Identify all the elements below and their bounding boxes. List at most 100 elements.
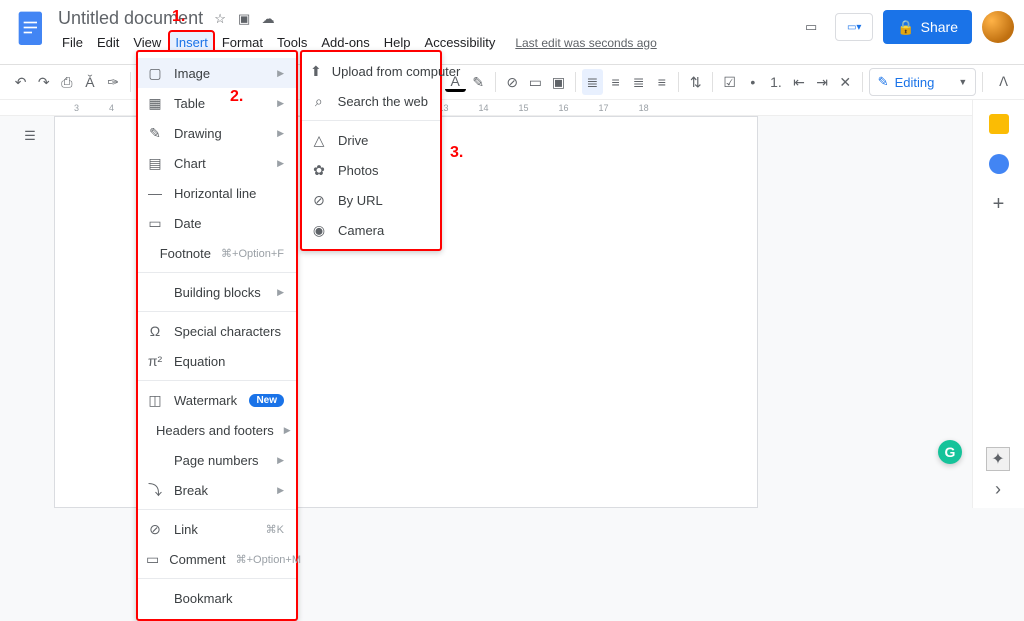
hide-side-panel-icon[interactable]: ›	[995, 479, 1001, 500]
menu-item-label: Bookmark	[174, 591, 284, 606]
align-center-button[interactable]: ≡	[605, 69, 626, 95]
checklist-button[interactable]: ☑	[719, 69, 740, 95]
image-submenu-item[interactable]: ◉Camera	[302, 215, 440, 245]
drive-icon: △	[310, 132, 328, 149]
submenu-label: Photos	[338, 163, 428, 178]
insert-menu-item[interactable]: Bookmark	[138, 583, 296, 613]
insert-menu-item[interactable]: ▭Comment⌘+Option+M	[138, 544, 296, 574]
highlight-button[interactable]: ✎	[468, 69, 489, 95]
last-edit-text[interactable]: Last edit was seconds ago	[515, 32, 656, 54]
avatar[interactable]	[982, 11, 1014, 43]
print-button[interactable]: ⎙	[56, 69, 77, 95]
insert-menu-item[interactable]: ⊘Link⌘K	[138, 514, 296, 544]
move-icon[interactable]: ▣	[235, 11, 253, 27]
shortcut-text: ⌘+Option+F	[221, 247, 284, 260]
annotation-3: 3.	[450, 144, 463, 162]
clear-formatting-button[interactable]: ✕	[835, 69, 856, 95]
insert-menu-item[interactable]: Headers and footers▶	[138, 415, 296, 445]
insert-menu-item[interactable]: ⤵Break▶	[138, 475, 296, 505]
menu-item-label: Special characters	[174, 324, 284, 339]
image-submenu-item[interactable]: ✿ Photos	[302, 155, 440, 185]
image-submenu-item[interactable]: ⊘By URL	[302, 185, 440, 215]
chart-icon: ▤	[146, 155, 164, 172]
numbered-list-button[interactable]: 1.	[765, 69, 786, 95]
share-button[interactable]: 🔒 Share	[883, 10, 972, 44]
insert-menu-item[interactable]: Page numbers▶	[138, 445, 296, 475]
open-comments-icon[interactable]: ▭	[797, 13, 825, 41]
side-panel: + ✦ ›	[972, 64, 1024, 508]
date-icon: ▭	[146, 215, 164, 232]
decrease-indent-button[interactable]: ⇤	[788, 69, 809, 95]
line-spacing-button[interactable]: ⇅	[685, 69, 706, 95]
insert-link-button[interactable]: ⊘	[502, 69, 523, 95]
comment-icon: ▭	[146, 551, 159, 568]
insert-menu-item[interactable]: ▤ Chart ▶	[138, 148, 296, 178]
present-button[interactable]: ▭▾	[835, 13, 873, 41]
image-submenu-item[interactable]: ⬆Upload from computer	[302, 56, 440, 86]
spellcheck-button[interactable]: Ǎ	[79, 69, 100, 95]
increase-indent-button[interactable]: ⇥	[812, 69, 833, 95]
submenu-arrow-icon: ▶	[277, 158, 284, 169]
align-left-button[interactable]: ≣	[582, 69, 603, 95]
menu-file[interactable]: File	[56, 31, 89, 54]
insert-menu-item[interactable]: ✎Drawing▶	[138, 118, 296, 148]
submenu-arrow-icon: ▶	[277, 98, 284, 109]
pi-icon: π²	[146, 353, 164, 369]
insert-menu-item[interactable]: —Horizontal line	[138, 178, 296, 208]
docs-logo[interactable]	[14, 12, 50, 48]
star-icon[interactable]: ☆	[211, 11, 229, 27]
image-submenu-item[interactable]: △Drive	[302, 125, 440, 155]
pencil-icon: ✎	[878, 74, 889, 90]
hide-menus-button[interactable]: ᐱ	[993, 69, 1014, 95]
submenu-label: Upload from computer	[332, 64, 461, 79]
watermark-icon: ◫	[146, 392, 164, 409]
annotation-1: 1.	[172, 8, 185, 26]
insert-menu-item[interactable]: Footnote⌘+Option+F	[138, 238, 296, 268]
menu-item-label: Building blocks	[174, 285, 267, 300]
insert-menu-item[interactable]: Ω Special characters	[138, 316, 296, 346]
undo-button[interactable]: ↶	[10, 69, 31, 95]
upload-icon: ⬆	[310, 63, 322, 80]
omega-icon: Ω	[146, 323, 164, 339]
menu-item-label: Table	[174, 96, 267, 111]
url-icon: ⊘	[310, 192, 328, 209]
paint-format-button[interactable]: ✑	[103, 69, 124, 95]
photos-icon: ✿	[310, 162, 328, 179]
shortcut-text: ⌘K	[266, 523, 284, 536]
image-submenu-item[interactable]: ⌕Search the web	[302, 86, 440, 116]
insert-menu-item[interactable]: Building blocks▶	[138, 277, 296, 307]
insert-menu-item[interactable]: ▢Image▶	[138, 58, 296, 88]
align-right-button[interactable]: ≣	[628, 69, 649, 95]
redo-button[interactable]: ↷	[33, 69, 54, 95]
insert-menu-item[interactable]: ◫WatermarkNew	[138, 385, 296, 415]
image-icon: ▢	[146, 65, 164, 82]
menu-item-label: Date	[174, 216, 284, 231]
menu-item-label: Chart	[174, 156, 267, 171]
break-icon: ⤵	[146, 480, 164, 500]
submenu-arrow-icon: ▶	[277, 68, 284, 79]
cloud-icon[interactable]: ☁	[259, 11, 277, 27]
menu-item-label: Page numbers	[174, 453, 267, 468]
align-justify-button[interactable]: ≡	[651, 69, 672, 95]
insert-image-button[interactable]: ▣	[548, 69, 569, 95]
lock-icon: 🔒	[897, 19, 914, 36]
keep-icon[interactable]	[989, 114, 1009, 134]
vertical-ruler[interactable]	[40, 116, 54, 508]
mode-editing-button[interactable]: ✎ Editing ▼	[869, 68, 977, 96]
insert-menu-item[interactable]: ▦Table▶	[138, 88, 296, 118]
explore-button[interactable]: ✦	[986, 447, 1010, 471]
grammarly-icon[interactable]: G	[938, 440, 962, 464]
insert-menu-item[interactable]: π²Equation	[138, 346, 296, 376]
add-comment-button[interactable]: ▭	[525, 69, 546, 95]
submenu-arrow-icon: ▶	[277, 485, 284, 496]
get-addons-icon[interactable]: +	[989, 194, 1009, 214]
menu-edit[interactable]: Edit	[91, 31, 125, 54]
bulleted-list-button[interactable]: •	[742, 69, 763, 95]
tasks-icon[interactable]	[989, 154, 1009, 174]
new-badge: New	[249, 394, 284, 407]
insert-menu-item[interactable]: ▭ Date	[138, 208, 296, 238]
insert-menu: ▢Image▶▦Table▶✎Drawing▶▤Chart▶—Horizonta…	[136, 50, 298, 621]
drawing-icon: ✎	[146, 125, 164, 142]
menu-item-label: Comment	[169, 552, 225, 567]
chevron-down-icon: ▼	[958, 77, 967, 87]
